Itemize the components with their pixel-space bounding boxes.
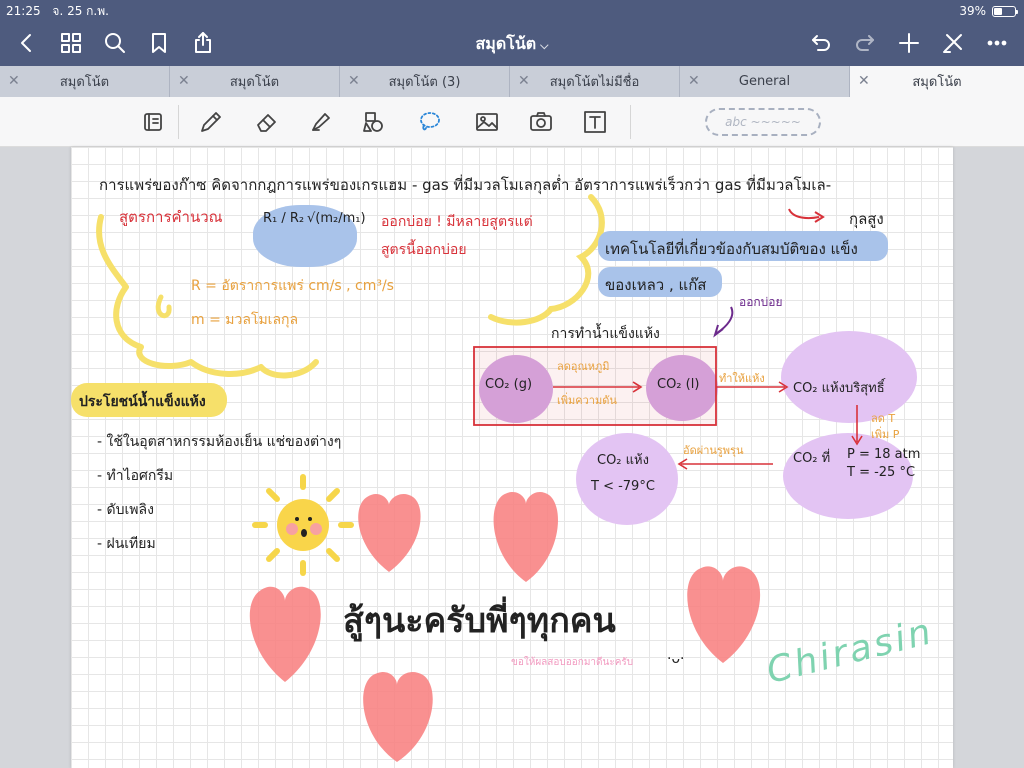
tab-notebook-3[interactable]: ✕ สมุดโน้ต (3) <box>340 66 510 97</box>
formula-title: สูตรการคำนวณ <box>119 208 223 226</box>
redo-icon[interactable] <box>850 28 880 58</box>
page-toggle-icon[interactable] <box>138 107 168 137</box>
close-icon[interactable]: ✕ <box>348 73 360 89</box>
top-bar: 21:25 จ. 25 ก.พ. 39% สมุดโน้ต ⌵ <box>0 0 1024 66</box>
undo-icon[interactable] <box>806 28 836 58</box>
dry-ice-temp: T < -79°C <box>591 479 655 494</box>
good-luck-text: ขอให้ผลสอบออกมาดีนะครับ <box>511 657 634 668</box>
close-icon[interactable]: ✕ <box>858 73 870 89</box>
toolbar-divider <box>630 105 631 139</box>
tab-notebook-active[interactable]: ✕ สมุดโน้ต <box>850 66 1024 97</box>
dry-ice-title: การทำน้ำแข็งแห้ง <box>551 326 660 342</box>
notebook-title-label: สมุดโน้ต <box>475 34 537 53</box>
chevron-down-icon: ⌵ <box>540 39 549 52</box>
co2-pure-label: CO₂ แห้งบริสุทธิ์ <box>793 381 885 396</box>
tab-notebook-1[interactable]: ✕ สมุดโน้ต <box>0 66 170 97</box>
status-bar: 21:25 จ. 25 ก.พ. 39% <box>6 2 1018 20</box>
benefit-title: ประโยชน์น้ำแข็งแห้ง <box>79 394 206 410</box>
tab-label: สมุดโน้ตไม่มีชื่อ <box>549 75 640 90</box>
eraser-icon[interactable] <box>252 107 282 137</box>
technology-line-1: เทคโนโลยีที่เกี่ยวข้องกับสมบัติของ แข็ง <box>605 240 858 258</box>
co2-gas-label: CO₂ (g) <box>485 377 533 392</box>
note-page[interactable]: การแพร่ของก๊าซ คิดจากกฎการแพร่ของเกรแฮม … <box>71 147 953 768</box>
add-icon[interactable] <box>894 28 924 58</box>
grid-icon[interactable] <box>56 28 86 58</box>
add-p-label: เพิ่ม P <box>871 428 900 441</box>
co2-dry-label: CO₂ แห้ง <box>597 453 649 468</box>
battery-icon <box>992 5 1018 17</box>
back-icon[interactable] <box>12 28 42 58</box>
tab-untitled-notebook[interactable]: ✕ สมุดโน้ตไม่มีชื่อ <box>510 66 680 97</box>
formula-right: √(m₂/m₁) <box>307 211 366 226</box>
co2-at-label: CO₂ ที่ <box>793 451 831 466</box>
benefit-item: - ดับเพลิง <box>97 502 154 518</box>
graham-law-line-end: กุลสูง <box>849 210 884 228</box>
pressure-value: P = 18 atm <box>847 447 921 462</box>
tab-label: สมุดโน้ต <box>59 75 110 90</box>
tab-label: General <box>738 74 791 89</box>
temperature-value: T = -25 °C <box>847 465 916 480</box>
tab-label: สมุดโน้ต (3) <box>388 75 461 90</box>
dry-step-label: ทำให้แห้ง <box>719 372 765 385</box>
pen-preview-label: abc ~~~~~ <box>725 115 801 129</box>
nav-row: สมุดโน้ต ⌵ <box>0 24 1024 62</box>
pen-icon[interactable] <box>196 107 226 137</box>
exam-note-1: ออกบ่อย ! มีหลายสูตรแต่ <box>381 214 533 230</box>
close-icon[interactable]: ✕ <box>178 73 190 89</box>
often-label: ออกบ่อย <box>739 295 783 309</box>
close-icon[interactable]: ✕ <box>8 73 20 89</box>
co2-liquid-label: CO₂ (l) <box>657 377 700 392</box>
text-icon[interactable] <box>580 107 610 137</box>
tab-general[interactable]: ✕ General <box>680 66 850 97</box>
bookmark-icon[interactable] <box>144 28 174 58</box>
cool-down-label: ลดอุณหภูมิ <box>557 360 610 373</box>
technology-line-2: ของเหลว , แก๊ส <box>605 276 707 294</box>
benefit-item: - ทำไอศกรีม <box>97 468 174 484</box>
tab-label: สมุดโน้ต <box>229 75 280 90</box>
drawing-toolbar: abc ~~~~~ <box>0 97 1024 147</box>
benefit-item: - ใช้ในอุตสาหกรรมห้องเย็น แช่ของต่างๆ <box>97 434 342 450</box>
tab-label: สมุดโน้ต <box>912 75 962 90</box>
camera-icon[interactable] <box>526 107 556 137</box>
battery-fill <box>994 7 1002 15</box>
expand-label: อัดผ่านรูพรุน <box>683 444 744 457</box>
formula-left: R₁ / R₂ <box>263 211 305 226</box>
pen-preview[interactable]: abc ~~~~~ <box>705 108 821 136</box>
image-icon[interactable] <box>472 107 502 137</box>
definition-rate: R = อัตราการแพร่ cm/s , cm³/s <box>191 278 394 294</box>
toolbar-divider <box>178 105 179 139</box>
search-icon[interactable] <box>100 28 130 58</box>
status-time: 21:25 <box>6 3 41 18</box>
exam-note-2: สูตรนี้ออกบ่อย <box>381 242 467 258</box>
more-icon[interactable] <box>982 28 1012 58</box>
graham-law-line: การแพร่ของก๊าซ คิดจากกฎการแพร่ของเกรแฮม … <box>99 176 832 194</box>
battery-percent: 39% <box>959 4 986 18</box>
benefit-item: - ฝนเทียม <box>97 536 156 552</box>
close-icon[interactable]: ✕ <box>518 73 530 89</box>
shapes-icon[interactable] <box>360 107 390 137</box>
close-icon[interactable]: ✕ <box>688 73 700 89</box>
tab-notebook-2[interactable]: ✕ สมุดโน้ต <box>170 66 340 97</box>
definition-mass: m = มวลโมเลกุล <box>191 312 299 328</box>
increase-pressure-label: เพิ่มความดัน <box>557 394 617 407</box>
tab-strip: ✕ สมุดโน้ต ✕ สมุดโน้ต ✕ สมุดโน้ต (3) ✕ สมุดโ… <box>0 66 1024 97</box>
highlighter-icon[interactable] <box>306 107 336 137</box>
lasso-icon[interactable] <box>414 107 444 137</box>
eraser-toggle-icon[interactable] <box>938 28 968 58</box>
smiley: ·ᴗ· <box>667 651 685 667</box>
share-icon[interactable] <box>188 28 218 58</box>
status-date: จ. 25 ก.พ. <box>52 3 109 18</box>
canvas-area[interactable]: การแพร่ของก๊าซ คิดจากกฎการแพร่ของเกรแฮม … <box>0 147 1024 768</box>
cheer-text: สู้ๆนะครับพี่ๆทุกคน <box>343 601 616 641</box>
